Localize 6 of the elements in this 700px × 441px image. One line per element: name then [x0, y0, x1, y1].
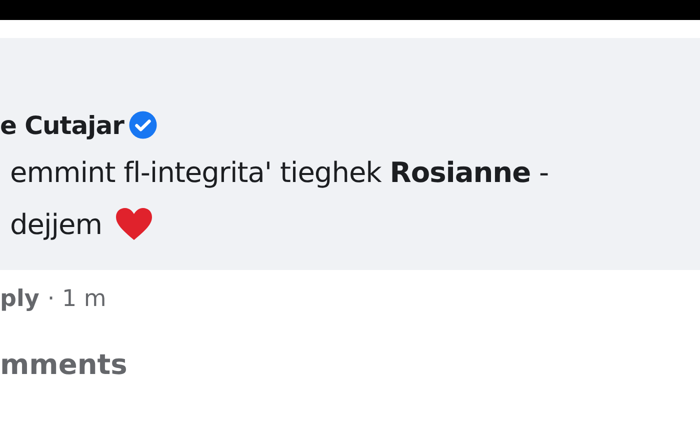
comment-text: dejjem	[10, 208, 102, 240]
reply-link[interactable]: ply	[0, 286, 40, 312]
comment-time: · 1 m	[47, 286, 106, 312]
author-name[interactable]: e Cutajar	[0, 110, 124, 140]
section-title: mments	[0, 348, 128, 381]
comment-text: emmint fl-integrita' tieghek Rosianne -	[10, 156, 549, 188]
